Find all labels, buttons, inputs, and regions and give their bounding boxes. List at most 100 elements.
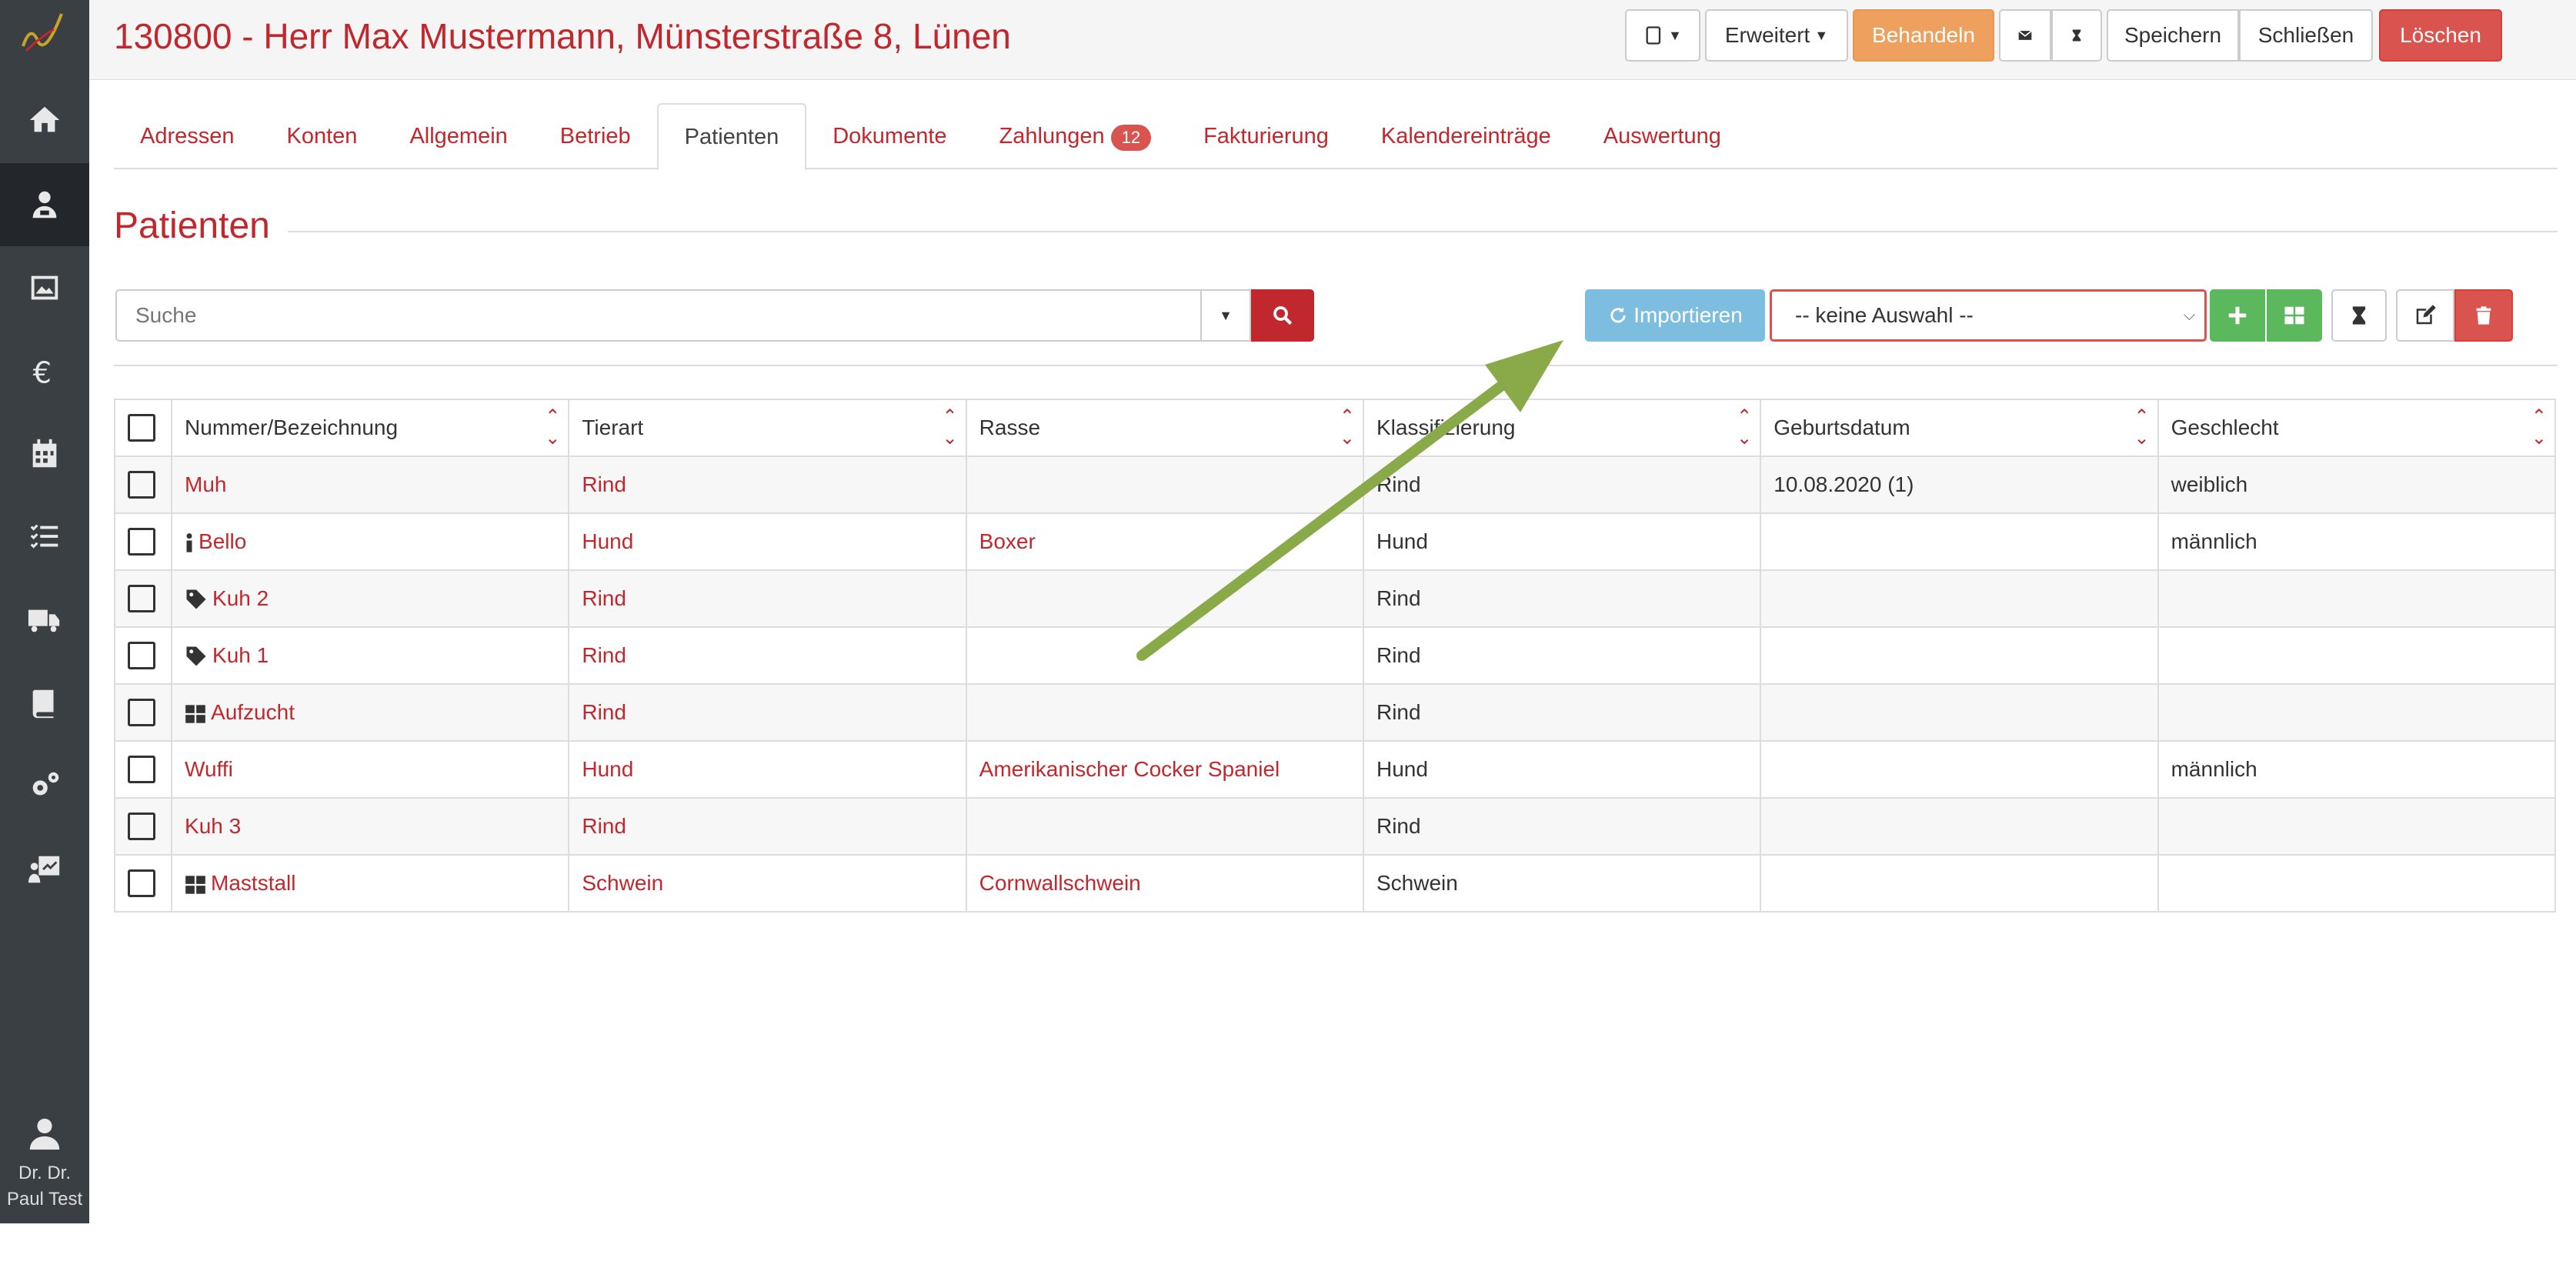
patient-name-cell[interactable]: Bello bbox=[171, 512, 570, 571]
tab-dokumente[interactable]: Dokumente bbox=[806, 103, 973, 169]
presentation-icon[interactable] bbox=[0, 828, 89, 911]
row-checkbox[interactable] bbox=[128, 528, 155, 556]
sort-icon[interactable]: ⌃ ⌄ bbox=[545, 406, 560, 449]
image-gallery-icon[interactable] bbox=[0, 246, 89, 329]
patient-name-cell[interactable]: Maststall bbox=[171, 854, 570, 913]
search-button[interactable] bbox=[1251, 289, 1314, 342]
patient-name-link[interactable]: Wuffi bbox=[185, 757, 233, 781]
patient-name-link[interactable]: Bello bbox=[199, 529, 246, 553]
history-filter-button[interactable] bbox=[2331, 289, 2387, 342]
species-link[interactable]: Schwein bbox=[582, 871, 663, 895]
row-checkbox[interactable] bbox=[128, 869, 155, 897]
edit-button[interactable] bbox=[2396, 289, 2454, 342]
species-link[interactable]: Rind bbox=[582, 586, 626, 610]
table-row[interactable]: Maststall Schwein Cornwallschwein Schwein bbox=[113, 854, 2557, 913]
save-button[interactable]: Speichern bbox=[2107, 9, 2239, 62]
history-button[interactable] bbox=[2051, 9, 2102, 62]
table-row[interactable]: Kuh 3 Rind Rind bbox=[113, 797, 2557, 856]
row-checkbox[interactable] bbox=[128, 642, 155, 669]
tab-zahlungen[interactable]: Zahlungen 12 bbox=[973, 103, 1178, 169]
row-checkbox[interactable] bbox=[128, 756, 155, 783]
euro-icon[interactable]: € bbox=[0, 329, 89, 412]
column-header[interactable]: Tierart ⌃ ⌄ bbox=[568, 399, 967, 457]
book-icon[interactable] bbox=[0, 662, 89, 745]
patient-name-cell[interactable]: Kuh 1 bbox=[171, 626, 570, 685]
species-link[interactable]: Rind bbox=[582, 472, 626, 496]
patient-name-cell[interactable]: Muh bbox=[171, 455, 570, 514]
grid-view-button[interactable] bbox=[2267, 289, 2322, 342]
column-header[interactable]: Geburtsdatum ⌃ ⌄ bbox=[1760, 399, 2159, 457]
tab-kalendereintraege[interactable]: Kalendereinträge bbox=[1355, 103, 1577, 169]
delete-button[interactable]: Löschen bbox=[2379, 9, 2502, 62]
row-checkbox[interactable] bbox=[128, 699, 155, 726]
selection-dropdown[interactable]: -- keine Auswahl -- ⌵ bbox=[1770, 289, 2207, 342]
current-user[interactable]: Dr. Dr. Paul Test bbox=[0, 1116, 89, 1268]
breed-link[interactable]: Boxer bbox=[979, 529, 1036, 553]
table-row[interactable]: Wuffi Hund Amerikanischer Cocker Spaniel Hu… bbox=[113, 740, 2557, 799]
email-button[interactable] bbox=[1999, 9, 2051, 62]
breed-cell bbox=[965, 683, 1364, 742]
patient-name-cell[interactable]: Wuffi bbox=[171, 740, 570, 799]
sort-icon[interactable]: ⌃ ⌄ bbox=[1340, 406, 1355, 449]
sort-icon[interactable]: ⌃ ⌄ bbox=[2134, 406, 2149, 449]
sort-icon[interactable]: ⌃ ⌄ bbox=[2531, 406, 2547, 449]
patient-name-cell[interactable]: Kuh 2 bbox=[171, 569, 570, 628]
import-button[interactable]: Importieren bbox=[1585, 289, 1765, 342]
table-row[interactable]: Kuh 1 Rind Rind bbox=[113, 626, 2557, 685]
row-checkbox[interactable] bbox=[128, 585, 155, 612]
truck-icon[interactable] bbox=[0, 579, 89, 662]
patient-name-cell[interactable]: Aufzucht bbox=[171, 683, 570, 742]
select-all-checkbox[interactable] bbox=[128, 414, 155, 442]
patient-name-link[interactable]: Kuh 2 bbox=[212, 586, 269, 610]
calendar-icon[interactable] bbox=[0, 412, 89, 496]
table-row[interactable]: Bello Hund Boxer Hund männlich bbox=[113, 512, 2557, 571]
patient-name-link[interactable]: Kuh 1 bbox=[212, 643, 269, 667]
breed-link[interactable]: Cornwallschwein bbox=[979, 871, 1141, 895]
species-cell: Hund bbox=[568, 740, 967, 799]
search-options-dropdown[interactable]: ▼ bbox=[1200, 289, 1251, 342]
column-header[interactable]: Nummer/Bezeichnung ⌃ ⌄ bbox=[171, 399, 570, 457]
breed-link[interactable]: Amerikanischer Cocker Spaniel bbox=[979, 757, 1280, 781]
app-logo[interactable] bbox=[15, 8, 71, 63]
add-button[interactable] bbox=[2210, 289, 2265, 342]
birthdate-cell bbox=[1760, 569, 2159, 628]
device-dropdown-button[interactable]: ▼ bbox=[1625, 9, 1700, 62]
column-header[interactable]: Rasse ⌃ ⌄ bbox=[965, 399, 1364, 457]
column-header[interactable]: Klassifizierung ⌃ ⌄ bbox=[1362, 399, 1762, 457]
tab-adressen[interactable]: Adressen bbox=[114, 103, 261, 169]
tab-betrieb[interactable]: Betrieb bbox=[534, 103, 657, 169]
sort-icon[interactable]: ⌃ ⌄ bbox=[1737, 406, 1752, 449]
species-link[interactable]: Rind bbox=[582, 643, 626, 667]
home-icon[interactable] bbox=[0, 78, 89, 162]
row-checkbox[interactable] bbox=[128, 813, 155, 840]
tab-patienten[interactable]: Patienten bbox=[656, 103, 807, 171]
row-checkbox[interactable] bbox=[128, 471, 155, 499]
sex-cell: männlich bbox=[2157, 740, 2557, 799]
settings-gears-icon[interactable] bbox=[0, 745, 89, 828]
task-list-icon[interactable] bbox=[0, 496, 89, 579]
tab-auswertung[interactable]: Auswertung bbox=[1577, 103, 1747, 169]
species-link[interactable]: Hund bbox=[582, 529, 633, 553]
table-row[interactable]: Muh Rind Rind 10.08.2020 (1) weiblich bbox=[113, 455, 2557, 514]
table-row[interactable]: Kuh 2 Rind Rind bbox=[113, 569, 2557, 628]
tab-fakturierung[interactable]: Fakturierung bbox=[1177, 103, 1355, 169]
delete-selected-button[interactable] bbox=[2454, 289, 2513, 342]
patient-name-link[interactable]: Kuh 3 bbox=[185, 814, 241, 838]
advanced-dropdown-button[interactable]: Erweitert ▼ bbox=[1705, 9, 1848, 62]
column-header[interactable]: Geschlecht ⌃ ⌄ bbox=[2157, 399, 2557, 457]
patient-name-link[interactable]: Maststall bbox=[211, 871, 295, 895]
close-button[interactable]: Schließen bbox=[2239, 9, 2373, 62]
patient-name-link[interactable]: Aufzucht bbox=[211, 700, 295, 724]
species-link[interactable]: Hund bbox=[582, 757, 633, 781]
patient-name-cell[interactable]: Kuh 3 bbox=[171, 797, 570, 856]
patient-name-link[interactable]: Muh bbox=[185, 472, 226, 496]
treat-button[interactable]: Behandeln bbox=[1853, 9, 1994, 62]
customers-icon[interactable] bbox=[0, 163, 89, 246]
species-link[interactable]: Rind bbox=[582, 700, 626, 724]
species-link[interactable]: Rind bbox=[582, 814, 626, 838]
sort-icon[interactable]: ⌃ ⌄ bbox=[943, 406, 958, 449]
tab-konten[interactable]: Konten bbox=[261, 103, 384, 169]
tab-allgemein[interactable]: Allgemein bbox=[383, 103, 533, 169]
search-input[interactable] bbox=[115, 289, 1202, 342]
table-row[interactable]: Aufzucht Rind Rind bbox=[113, 683, 2557, 742]
